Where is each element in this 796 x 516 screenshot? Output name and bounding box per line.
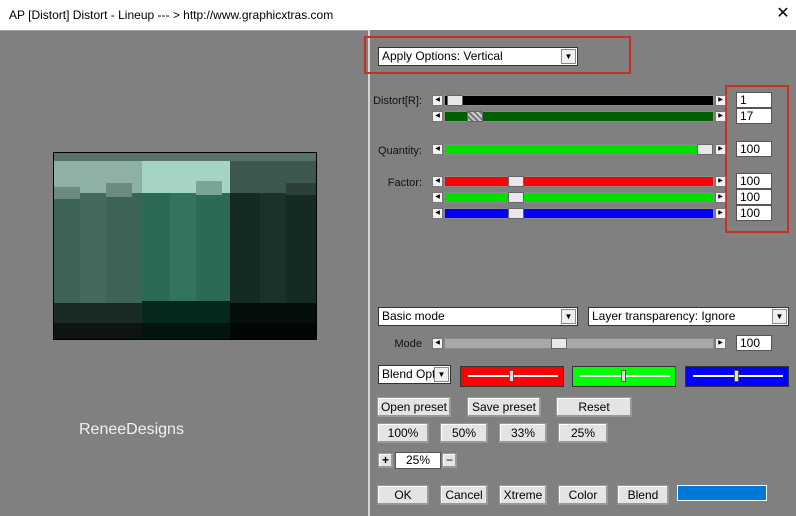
slider-left-arrow[interactable]: ◀ (432, 144, 443, 155)
zoom-50-button[interactable]: 50% (440, 423, 488, 443)
factor-green-value[interactable]: 100 (736, 189, 772, 205)
quantity-slider-thumb[interactable] (697, 144, 713, 155)
factor-green-slider[interactable] (444, 192, 714, 203)
factor-red-slider[interactable] (444, 176, 714, 187)
slider-left-arrow[interactable]: ◀ (432, 111, 443, 122)
slider-right-arrow[interactable]: ▶ (715, 338, 726, 349)
slider-left-arrow[interactable]: ◀ (432, 338, 443, 349)
distort-slider-2[interactable] (444, 111, 714, 122)
chevron-down-icon: ▼ (772, 309, 787, 324)
window-title: AP [Distort] Distort - Lineup --- > http… (9, 8, 334, 22)
zoom-value: 25% (395, 452, 441, 469)
save-preset-button[interactable]: Save preset (467, 397, 541, 417)
slider-left-arrow[interactable]: ◀ (432, 192, 443, 203)
reset-button[interactable]: Reset (556, 397, 632, 417)
green-channel-thumb[interactable] (621, 370, 626, 382)
mode-select-value: Basic mode (382, 309, 445, 323)
color-button[interactable]: Color (558, 485, 608, 505)
factor-blue-slider[interactable] (444, 208, 714, 219)
ok-button[interactable]: OK (377, 485, 429, 505)
quantity-slider[interactable] (444, 144, 714, 155)
distort-slider-2-thumb[interactable] (467, 111, 483, 122)
layer-transparency-select[interactable]: Layer transparency: Ignore ▼ (588, 307, 789, 326)
open-preset-button[interactable]: Open preset (377, 397, 451, 417)
factor-blue-thumb[interactable] (508, 208, 524, 219)
xtreme-button[interactable]: Xtreme (499, 485, 547, 505)
zoom-100-button[interactable]: 100% (377, 423, 429, 443)
slider-right-arrow[interactable]: ▶ (715, 176, 726, 187)
zoom-33-button[interactable]: 33% (499, 423, 547, 443)
slider-right-arrow[interactable]: ▶ (715, 144, 726, 155)
quantity-label: Quantity: (377, 145, 422, 157)
zoom-25-button[interactable]: 25% (558, 423, 608, 443)
watermark-text: ReneeDesigns (79, 421, 184, 438)
quantity-value[interactable]: 100 (736, 141, 772, 157)
distort-label: Distort[R]: (373, 95, 422, 107)
layer-transparency-value: Layer transparency: Ignore (592, 309, 736, 323)
zoom-out-button[interactable]: − (442, 453, 457, 468)
slider-left-arrow[interactable]: ◀ (432, 95, 443, 106)
cancel-button[interactable]: Cancel (440, 485, 488, 505)
blue-channel-thumb[interactable] (734, 370, 739, 382)
zoom-in-button[interactable]: + (378, 453, 393, 468)
slider-left-arrow[interactable]: ◀ (432, 176, 443, 187)
blend-button[interactable]: Blend (617, 485, 669, 505)
slider-right-arrow[interactable]: ▶ (715, 95, 726, 106)
slider-right-arrow[interactable]: ▶ (715, 111, 726, 122)
mode-select[interactable]: Basic mode ▼ (378, 307, 578, 326)
blend-color-swatch[interactable] (677, 485, 767, 501)
chevron-down-icon: ▼ (561, 49, 576, 64)
factor-green-thumb[interactable] (508, 192, 524, 203)
chevron-down-icon: ▼ (434, 367, 449, 382)
blend-options-select[interactable]: Blend Optio ▼ (378, 365, 451, 384)
factor-label: Factor: (387, 177, 422, 189)
slider-right-arrow[interactable]: ▶ (715, 208, 726, 219)
slider-right-arrow[interactable]: ▶ (715, 192, 726, 203)
preview-image[interactable] (53, 152, 317, 340)
preview-lineup-pattern (54, 153, 316, 339)
distort-slider-1[interactable] (444, 95, 714, 106)
red-channel-thumb[interactable] (509, 370, 514, 382)
distort-value-1[interactable]: 1 (736, 92, 772, 108)
close-icon[interactable]: ✕ (774, 5, 792, 23)
mode-label: Mode (394, 338, 422, 350)
factor-red-value[interactable]: 100 (736, 173, 772, 189)
chevron-down-icon: ▼ (561, 309, 576, 324)
apply-options-select[interactable]: Apply Options: Vertical ▼ (378, 47, 578, 66)
distort-slider-1-thumb[interactable] (447, 95, 463, 106)
mode-value[interactable]: 100 (736, 335, 772, 351)
apply-options-value: Apply Options: Vertical (382, 49, 503, 63)
mode-slider[interactable] (444, 338, 714, 349)
factor-blue-value[interactable]: 100 (736, 205, 772, 221)
factor-red-thumb[interactable] (508, 176, 524, 187)
slider-left-arrow[interactable]: ◀ (432, 208, 443, 219)
mode-slider-thumb[interactable] (551, 338, 567, 349)
distort-value-2[interactable]: 17 (736, 108, 772, 124)
